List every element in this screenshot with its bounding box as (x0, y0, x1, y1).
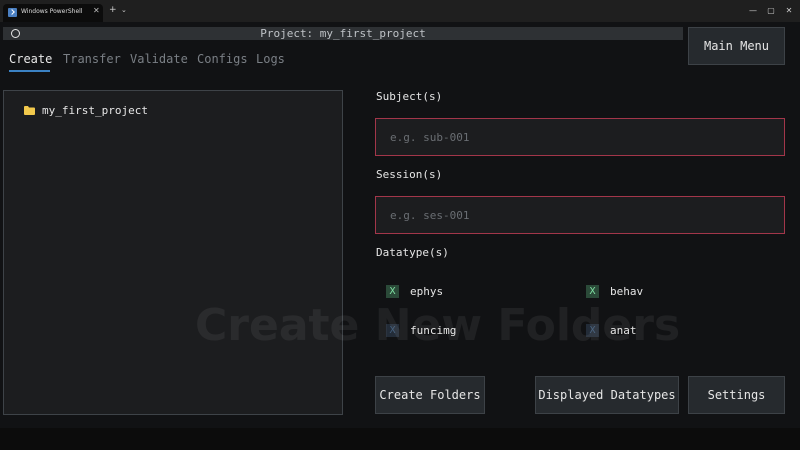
minimize-icon[interactable]: — (746, 5, 760, 17)
tab-transfer[interactable]: Transfer (63, 52, 121, 72)
check-mark-icon: X (386, 285, 399, 298)
window-title-bar: Windows PowerShell ✕ + ⌄ — ▢ ✕ (0, 0, 800, 22)
chevron-down-icon[interactable]: ⌄ (121, 5, 127, 15)
datatype-funcimg-checkbox[interactable]: X funcimg (386, 324, 456, 337)
terminal-tab[interactable]: Windows PowerShell ✕ (3, 4, 103, 22)
powershell-icon (8, 8, 17, 17)
datatype-label: anat (610, 324, 637, 337)
maximize-icon[interactable]: ▢ (764, 5, 778, 17)
check-mark-icon: X (586, 324, 599, 337)
header-bar: Project: my_first_project (3, 27, 683, 40)
folder-icon (24, 106, 35, 115)
check-mark-icon: X (386, 324, 399, 337)
new-tab-icon[interactable]: + (109, 5, 117, 15)
datashuttle-app: Project: my_first_project Create Transfe… (0, 22, 800, 428)
tab-close-icon[interactable]: ✕ (93, 6, 100, 15)
active-tab-underline (9, 70, 50, 72)
datatype-label: behav (610, 285, 644, 298)
tab-title: Windows PowerShell (21, 8, 83, 15)
check-mark-icon: X (586, 285, 599, 298)
datatype-behav-checkbox[interactable]: X behav (586, 285, 643, 298)
datatypes-label: Datatype(s) (376, 246, 449, 259)
tree-item-root[interactable]: my_first_project (24, 104, 148, 117)
tab-configs[interactable]: Configs (197, 52, 248, 72)
window-close-icon[interactable]: ✕ (782, 5, 796, 17)
tab-logs[interactable]: Logs (256, 52, 285, 72)
settings-button[interactable]: Settings (688, 376, 785, 414)
subjects-label: Subject(s) (376, 90, 443, 103)
main-menu-button[interactable]: Main Menu (688, 27, 785, 65)
tab-validate[interactable]: Validate (130, 52, 188, 72)
subjects-input[interactable] (375, 118, 785, 156)
datatype-label: ephys (410, 285, 444, 298)
tree-item-label: my_first_project (42, 104, 148, 117)
create-folders-button[interactable]: Create Folders (375, 376, 485, 414)
directory-tree[interactable]: my_first_project (3, 90, 343, 415)
sessions-input[interactable] (375, 196, 785, 234)
sessions-label: Session(s) (376, 168, 443, 181)
datatype-label: funcimg (410, 324, 457, 337)
datatype-anat-checkbox[interactable]: X anat (586, 324, 637, 337)
datatype-ephys-checkbox[interactable]: X ephys (386, 285, 443, 298)
tab-create[interactable]: Create (9, 52, 52, 72)
displayed-datatypes-button[interactable]: Displayed Datatypes (535, 376, 679, 414)
page-title: Project: my_first_project (260, 27, 426, 40)
